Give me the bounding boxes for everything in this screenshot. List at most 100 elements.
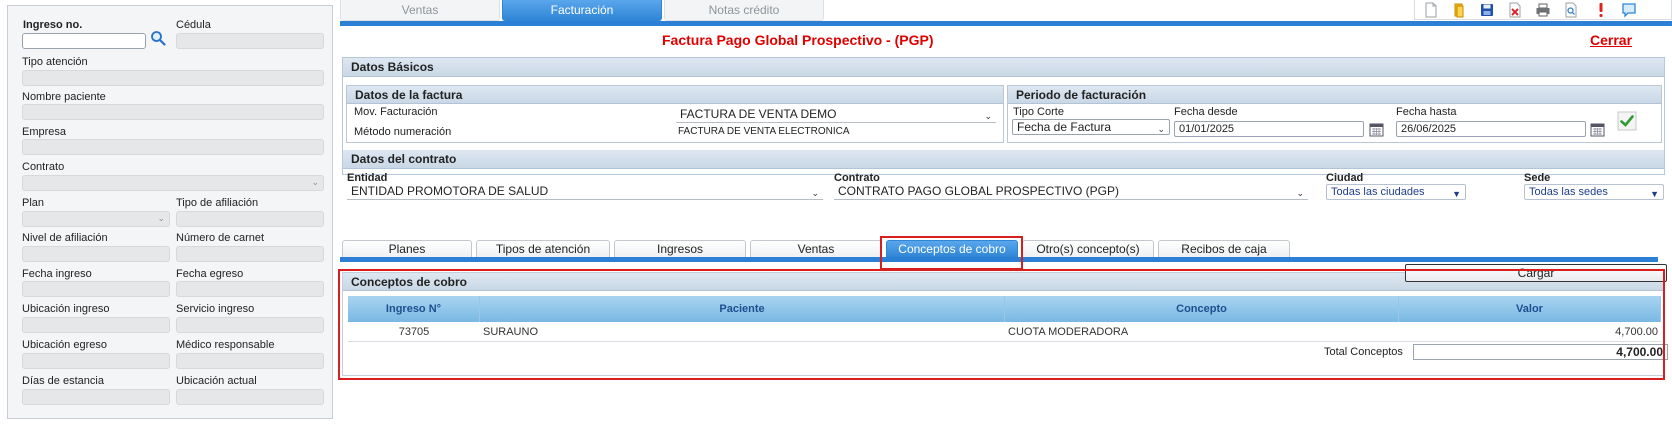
stay-days-label: Días de estancia [22, 375, 104, 387]
movement-select[interactable]: FACTURA DE VENTA DEMO ⌄ [676, 107, 996, 123]
site-label: Sede [1524, 172, 1551, 184]
affiliation-level-field [22, 246, 170, 262]
admission-no-input[interactable] [22, 33, 146, 49]
card-number-field [176, 246, 324, 262]
entity-label: Entidad [347, 172, 388, 184]
chevron-down-icon: ⌄ [1157, 124, 1165, 134]
discharge-date-field [176, 281, 324, 297]
plan-select[interactable]: ⌄ [22, 211, 170, 227]
contract-label: Contrato [22, 161, 65, 173]
city-value: Todas las ciudades [1331, 186, 1425, 198]
company-label: Empresa [22, 126, 67, 138]
admission-date-label: Fecha ingreso [22, 268, 92, 280]
tab-sales[interactable]: Ventas [750, 240, 882, 257]
contract-label: Contrato [834, 172, 880, 184]
preview-icon[interactable] [1563, 2, 1579, 18]
admission-location-field [22, 317, 170, 333]
contract-data-header: Datos del contrato [343, 150, 1664, 169]
card-number-label: Número de carnet [176, 232, 265, 244]
close-link[interactable]: Cerrar [1590, 32, 1632, 48]
affiliation-type-label: Tipo de afiliación [176, 197, 259, 209]
caret-down-icon: ▼ [1650, 189, 1659, 199]
affiliation-type-field [176, 211, 324, 227]
date-from-input[interactable] [1174, 121, 1364, 137]
cut-type-value: Fecha de Factura [1017, 120, 1112, 134]
page-title: Factura Pago Global Prospectivo - (PGP) [662, 32, 934, 48]
chevron-down-icon: ⌄ [157, 213, 165, 223]
plan-label: Plan [22, 197, 45, 209]
movement-value: FACTURA DE VENTA DEMO [680, 107, 837, 121]
tab-admissions[interactable]: Ingresos [614, 240, 746, 257]
patient-info-panel: Ingreso no. Cédula Tipo atención Nombre … [7, 5, 333, 419]
contract-value: CONTRATO PAGO GLOBAL PROSPECTIVO (PGP) [838, 184, 1119, 198]
current-location-label: Ubicación actual [176, 375, 257, 387]
numbering-value: FACTURA DE VENTA ELECTRONICA [678, 126, 850, 137]
responsible-doctor-label: Médico responsable [176, 339, 275, 351]
patient-name-field [22, 104, 324, 120]
admission-service-field [176, 317, 324, 333]
admission-service-label: Servicio ingreso [176, 303, 255, 315]
search-icon[interactable] [150, 30, 166, 46]
tab-care-types[interactable]: Tipos de atención [476, 240, 610, 257]
date-to-label: Fecha hasta [1396, 106, 1457, 118]
numbering-label: Método numeración [354, 126, 452, 138]
alert-icon[interactable] [1593, 2, 1609, 18]
discharge-location-label: Ubicación egreso [22, 339, 107, 351]
discharge-date-label: Fecha egreso [176, 268, 244, 280]
help-chat-icon[interactable] [1621, 2, 1637, 18]
tab-sales[interactable]: Ventas [340, 0, 500, 21]
city-select[interactable]: Todas las ciudades ▼ [1326, 184, 1466, 200]
admission-date-field [22, 281, 170, 297]
toolbar [1414, 0, 1672, 20]
active-tab-highlight [880, 236, 1023, 270]
entity-select[interactable]: ENTIDAD PROMOTORA DE SALUD ⌄ [347, 184, 823, 200]
city-label: Ciudad [1326, 172, 1364, 184]
company-field [22, 139, 324, 155]
cut-type-select[interactable]: Fecha de Factura ⌄ [1012, 119, 1170, 135]
entity-value: ENTIDAD PROMOTORA DE SALUD [351, 184, 549, 198]
admission-no-label: Ingreso no. [23, 19, 83, 31]
top-tab-bar [340, 21, 1672, 26]
new-document-icon[interactable] [1423, 2, 1439, 18]
caret-down-icon: ▼ [1452, 189, 1461, 199]
calendar-icon[interactable] [1590, 122, 1605, 137]
date-to-input[interactable] [1396, 121, 1586, 137]
calendar-icon[interactable] [1369, 122, 1384, 137]
patient-name-label: Nombre paciente [22, 91, 106, 103]
care-type-label: Tipo atención [22, 56, 88, 68]
affiliation-level-label: Nivel de afiliación [22, 232, 108, 244]
confirm-check-icon[interactable] [1617, 111, 1637, 131]
charges-panel-highlight [338, 269, 1665, 380]
admission-location-label: Ubicación ingreso [22, 303, 110, 315]
movement-label: Mov. Facturación [354, 106, 438, 118]
cut-type-label: Tipo Corte [1013, 106, 1064, 118]
care-type-field [22, 70, 324, 86]
discharge-location-field [22, 353, 170, 369]
tab-plans[interactable]: Planes [342, 240, 472, 257]
tab-other-concepts[interactable]: Otro(s) concepto(s) [1022, 240, 1154, 257]
current-location-field [176, 389, 324, 405]
contract-select[interactable]: CONTRATO PAGO GLOBAL PROSPECTIVO (PGP) ⌄ [834, 184, 1308, 200]
stay-days-field [22, 389, 170, 405]
tab-cash-receipts[interactable]: Recibos de caja [1158, 240, 1290, 257]
id-label: Cédula [176, 19, 211, 31]
invoice-data-header: Datos de la factura [347, 86, 1003, 104]
date-from-label: Fecha desde [1174, 106, 1238, 118]
delete-icon[interactable] [1507, 2, 1523, 18]
chevron-down-icon: ⌄ [1296, 188, 1304, 198]
billing-period-header: Periodo de facturación [1008, 86, 1661, 104]
tab-billing[interactable]: Facturación [502, 0, 662, 21]
chevron-down-icon: ⌄ [311, 177, 319, 187]
chevron-down-icon: ⌄ [811, 188, 819, 198]
site-select[interactable]: Todas las sedes ▼ [1524, 184, 1664, 200]
save-icon[interactable] [1479, 2, 1495, 18]
contract-select[interactable]: ⌄ [22, 175, 324, 191]
responsible-doctor-field [176, 353, 324, 369]
print-icon[interactable] [1535, 2, 1551, 18]
id-field [176, 33, 324, 49]
chevron-down-icon: ⌄ [984, 111, 992, 121]
basic-data-header: Datos Básicos [343, 58, 1664, 77]
site-value: Todas las sedes [1529, 186, 1608, 198]
tab-credit-notes[interactable]: Notas crédito [664, 0, 824, 21]
open-folder-icon[interactable] [1451, 2, 1467, 18]
